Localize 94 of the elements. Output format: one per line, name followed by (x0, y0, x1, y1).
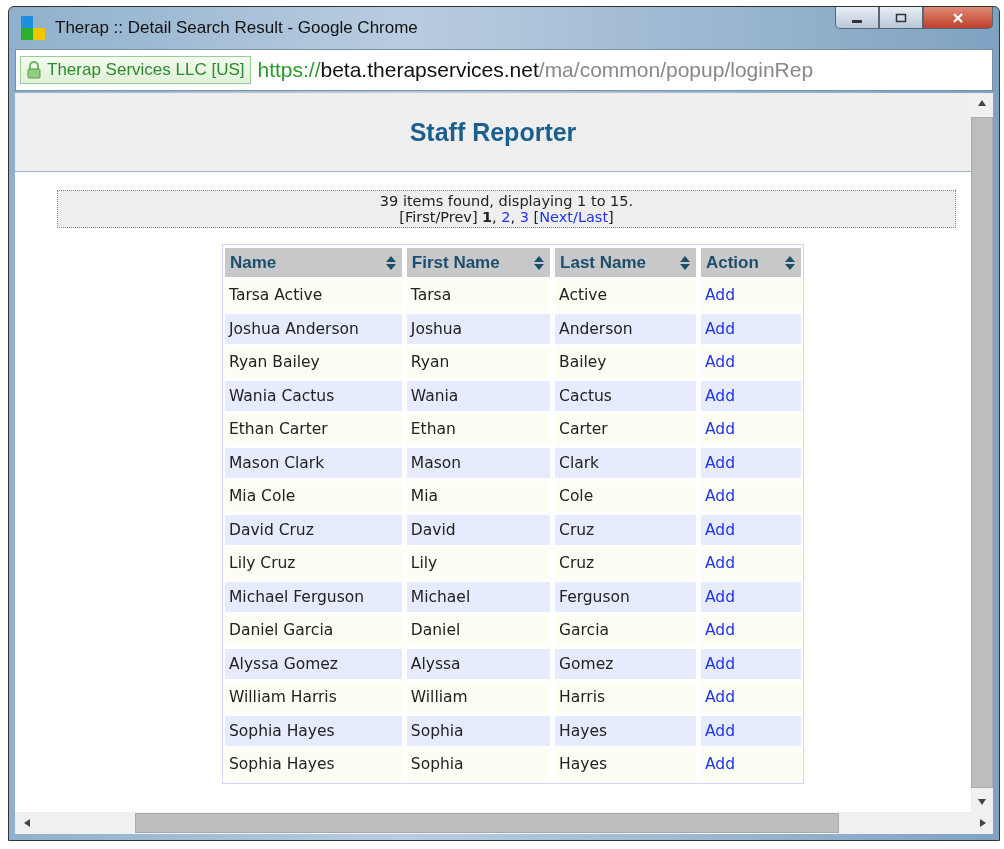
table-cell: Sophia (406, 715, 551, 746)
table-cell: Alyssa Gomez (225, 648, 402, 679)
add-link[interactable]: Add (704, 453, 735, 472)
table-cell: Wania (406, 380, 551, 411)
table-cell: David Cruz (225, 514, 402, 545)
table-cell: Alyssa (406, 648, 551, 679)
sort-icon (533, 254, 546, 271)
page-heading: Staff Reporter (409, 117, 577, 147)
table-cell: David (406, 514, 551, 545)
table-cell: Ryan Bailey (225, 347, 402, 378)
add-link[interactable]: Add (704, 286, 735, 305)
add-link[interactable]: Add (704, 587, 735, 606)
table-cell: Cruz (555, 548, 696, 579)
table-cell: Lily (406, 548, 551, 579)
table-cell: Michael (406, 581, 551, 612)
table-cell: Mia (406, 481, 551, 512)
page-link[interactable]: 3 (519, 209, 529, 225)
minimize-icon (852, 19, 862, 23)
table-cell: Sophia Hayes (225, 749, 402, 780)
sort-icon (678, 254, 691, 271)
table-cell: William Harris (225, 682, 402, 713)
scroll-up-icon[interactable] (977, 99, 987, 107)
add-link[interactable]: Add (704, 520, 735, 539)
table-cell: Active (555, 280, 696, 311)
scroll-left-icon[interactable] (23, 818, 31, 828)
page-link[interactable]: 2 (501, 209, 511, 225)
add-link[interactable]: Add (704, 420, 735, 439)
page-link[interactable]: Last (577, 209, 609, 225)
scroll-right-icon[interactable] (979, 818, 987, 828)
app-logo-icon (21, 16, 45, 40)
table-cell: Carter (555, 414, 696, 445)
table-cell: Cole (555, 481, 696, 512)
table-cell: Joshua (406, 313, 551, 344)
table-cell: Bailey (555, 347, 696, 378)
table-cell: Ryan (406, 347, 551, 378)
pagination-links: [First/Prev] 1, 2, 3 [Next/Last] (399, 209, 614, 225)
maximize-icon (895, 12, 907, 23)
scroll-down-icon[interactable] (977, 798, 987, 806)
table-cell: Tarsa (406, 280, 551, 311)
results-summary: 39 items found, displaying 1 to 15. (379, 193, 634, 209)
table-cell: Mason (406, 447, 551, 478)
column-header[interactable]: Last Name (555, 248, 696, 277)
table-cell: Ferguson (555, 581, 696, 612)
table-cell: Anderson (555, 313, 696, 344)
close-icon (952, 12, 964, 23)
table-cell: Daniel Garcia (225, 615, 402, 646)
table-cell: Mason Clark (225, 447, 402, 478)
add-link[interactable]: Add (704, 386, 735, 405)
table-cell: Wania Cactus (225, 380, 402, 411)
window-title: Therap :: Detail Search Result - Google Chrome (55, 18, 419, 38)
table-cell: Ethan (406, 414, 551, 445)
add-link[interactable]: Add (704, 319, 735, 338)
table-cell: Daniel (406, 615, 551, 646)
add-link[interactable]: Add (704, 487, 735, 506)
table-cell: Hayes (555, 749, 696, 780)
close-button[interactable] (923, 7, 993, 29)
address-bar[interactable]: Therap Services LLC [US] https://beta.therapservices.net/ma/common/popup/loginRep (15, 49, 993, 91)
horizontal-scrollbar[interactable] (15, 812, 993, 834)
sort-icon (384, 254, 397, 271)
maximize-button[interactable] (879, 7, 923, 29)
lock-icon (27, 61, 41, 79)
add-link[interactable]: Add (704, 755, 735, 774)
table-cell: Clark (555, 447, 696, 478)
minimize-button[interactable] (835, 7, 879, 29)
column-header[interactable]: First Name (406, 248, 551, 277)
page-link[interactable]: Next (539, 209, 573, 225)
add-link[interactable]: Add (704, 688, 735, 707)
column-header[interactable]: Name (225, 248, 402, 277)
url-text: https://beta.therapservices.net/ma/common/popup/loginRep (257, 58, 814, 82)
table-cell: Cruz (555, 514, 696, 545)
add-link[interactable]: Add (704, 621, 735, 640)
page-link[interactable]: / (573, 209, 578, 225)
table-cell: Joshua Anderson (225, 313, 402, 344)
site-identity-badge[interactable]: Therap Services LLC [US] (20, 56, 252, 84)
add-link[interactable]: Add (704, 721, 735, 740)
table-cell: Tarsa Active (225, 280, 402, 311)
table-cell: Hayes (555, 715, 696, 746)
vertical-scrollbar[interactable] (971, 93, 993, 812)
table-cell: Michael Ferguson (225, 581, 402, 612)
add-link[interactable]: Add (704, 654, 735, 673)
add-link[interactable]: Add (704, 353, 735, 372)
sort-icon (784, 254, 796, 271)
add-link[interactable]: Add (704, 554, 735, 573)
table-cell: Sophia Hayes (225, 715, 402, 746)
table-cell: Sophia (406, 749, 551, 780)
table-cell: William (406, 682, 551, 713)
table-cell: Garcia (555, 615, 696, 646)
table-cell: Gomez (555, 648, 696, 679)
table-cell: Ethan Carter (225, 414, 402, 445)
table-cell: Cactus (555, 380, 696, 411)
table-cell: Harris (555, 682, 696, 713)
table-cell: Lily Cruz (225, 548, 402, 579)
column-header[interactable]: Action (700, 248, 801, 277)
table-cell: Mia Cole (225, 481, 402, 512)
